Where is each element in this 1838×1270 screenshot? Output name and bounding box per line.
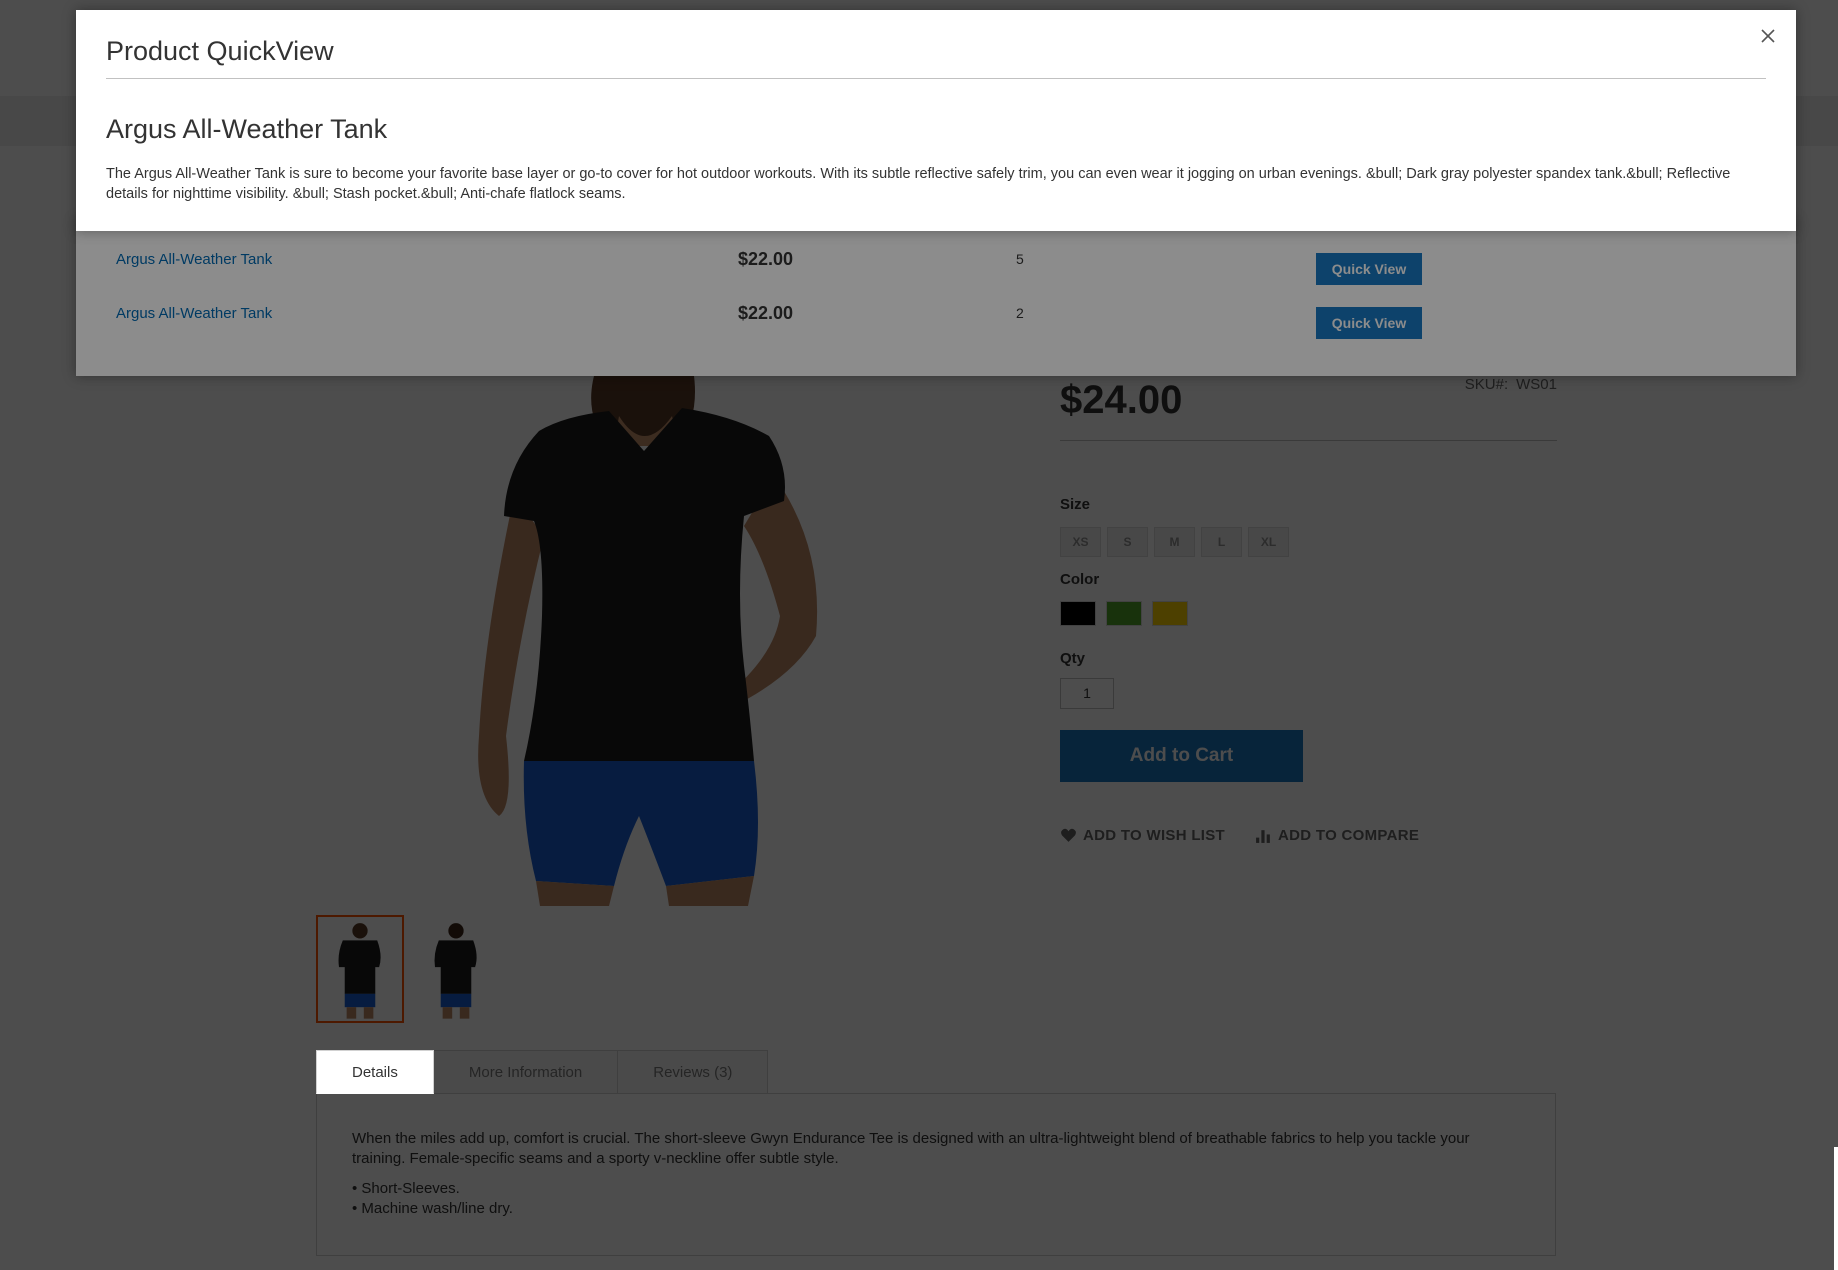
quickview-product-description: The Argus All-Weather Tank is sure to be… <box>106 166 1731 202</box>
scrollbar-edge <box>1834 1147 1838 1270</box>
quickview-product-name: Argus All-Weather Tank <box>106 114 388 144</box>
close-button[interactable] <box>1754 22 1782 50</box>
tab-details[interactable]: Details <box>316 1050 434 1094</box>
close-icon <box>1761 29 1775 43</box>
quickview-modal: Product QuickView Argus All-Weather Tank… <box>76 10 1796 231</box>
modal-title-divider <box>106 78 1766 79</box>
modal-title: Product QuickView <box>106 36 334 66</box>
